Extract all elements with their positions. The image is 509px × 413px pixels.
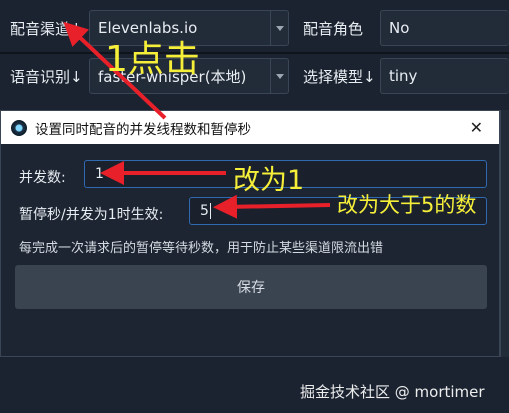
watermark: 掘金技术社区 @ mortimer — [300, 383, 485, 401]
annotation-click: 1点击 — [105, 39, 200, 80]
arrow-to-pause-input — [213, 194, 331, 219]
annotation-set-greater-than-5: 改为大于5的数 — [337, 193, 477, 217]
annotation-set-to-1: 改为1 — [233, 165, 305, 196]
